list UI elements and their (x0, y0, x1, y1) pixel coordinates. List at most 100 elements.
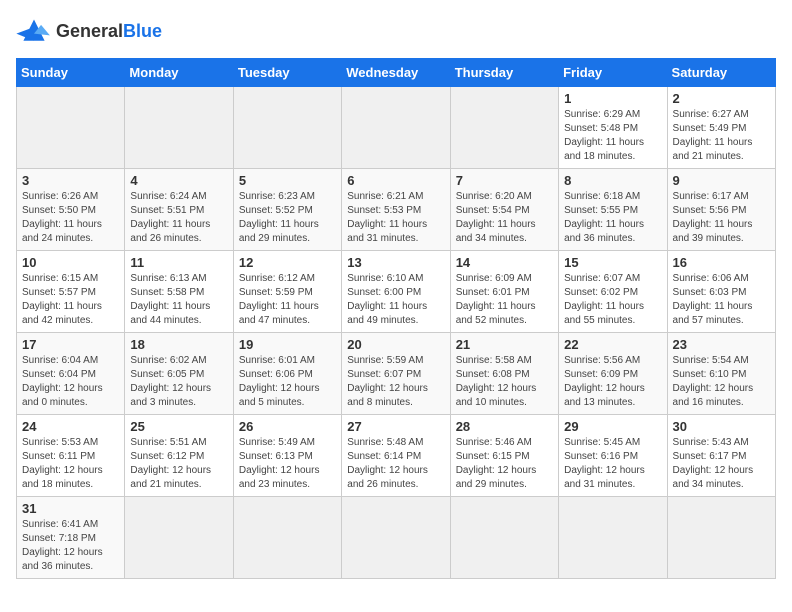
day-header-saturday: Saturday (667, 59, 775, 87)
day-cell: 9Sunrise: 6:17 AM Sunset: 5:56 PM Daylig… (667, 169, 775, 251)
day-cell: 28Sunrise: 5:46 AM Sunset: 6:15 PM Dayli… (450, 415, 558, 497)
day-number: 8 (564, 173, 661, 188)
day-number: 21 (456, 337, 553, 352)
day-info: Sunrise: 6:12 AM Sunset: 5:59 PM Dayligh… (239, 272, 336, 328)
day-number: 19 (239, 337, 336, 352)
day-header-tuesday: Tuesday (233, 59, 341, 87)
day-number: 11 (130, 255, 227, 270)
day-cell: 30Sunrise: 5:43 AM Sunset: 6:17 PM Dayli… (667, 415, 775, 497)
day-number: 6 (347, 173, 444, 188)
day-cell: 21 Sunrise: 5:58 AM Sunset: 6:08 PM Dayli… (450, 333, 558, 415)
day-info: Sunrise: 5:58 AM Sunset: 6:08 PM Dayligh… (456, 354, 553, 410)
logo: GeneralBlue (16, 16, 162, 46)
day-cell (342, 87, 450, 169)
day-cell: 6 Sunrise: 6:21 AM Sunset: 5:53 PM Daylig… (342, 169, 450, 251)
day-cell (17, 87, 125, 169)
day-info: Sunrise: 5:54 AM Sunset: 6:10 PM Dayligh… (673, 354, 770, 410)
day-number: 12 (239, 255, 336, 270)
day-cell: 3Sunrise: 6:26 AM Sunset: 5:50 PM Daylig… (17, 169, 125, 251)
day-number: 1 (564, 91, 661, 106)
day-cell: 11 Sunrise: 6:13 AM Sunset: 5:58 PM Dayli… (125, 251, 233, 333)
day-info: Sunrise: 6:09 AM Sunset: 6:01 PM Dayligh… (456, 272, 553, 328)
logo-icon (16, 16, 52, 46)
day-info: Sunrise: 6:06 AM Sunset: 6:03 PM Dayligh… (673, 272, 770, 328)
day-cell: 27 Sunrise: 5:48 AM Sunset: 6:14 PM Dayli… (342, 415, 450, 497)
day-cell: 19 Sunrise: 6:01 AM Sunset: 6:06 PM Dayli… (233, 333, 341, 415)
day-cell (450, 497, 558, 579)
day-cell: 17 Sunrise: 6:04 AM Sunset: 6:04 PM Dayli… (17, 333, 125, 415)
day-cell: 24 Sunrise: 5:53 AM Sunset: 6:11 PM Dayli… (17, 415, 125, 497)
day-number: 16 (673, 255, 770, 270)
day-cell (233, 87, 341, 169)
week-row-6: 31Sunrise: 6:41 AM Sunset: 7:18 PM Dayli… (17, 497, 776, 579)
day-info: Sunrise: 6:23 AM Sunset: 5:52 PM Dayligh… (239, 190, 336, 246)
day-info: Sunrise: 6:13 AM Sunset: 5:58 PM Dayligh… (130, 272, 227, 328)
day-cell: 31Sunrise: 6:41 AM Sunset: 7:18 PM Dayli… (17, 497, 125, 579)
day-number: 25 (130, 419, 227, 434)
calendar-table: SundayMondayTuesdayWednesdayThursdayFrid… (16, 58, 776, 579)
day-number: 18 (130, 337, 227, 352)
day-number: 26 (239, 419, 336, 434)
day-info: Sunrise: 6:29 AM Sunset: 5:48 PM Dayligh… (564, 108, 661, 164)
day-cell: 8 Sunrise: 6:18 AM Sunset: 5:55 PM Daylig… (559, 169, 667, 251)
calendar-body: 1 Sunrise: 6:29 AM Sunset: 5:48 PM Daylig… (17, 87, 776, 579)
day-cell: 12 Sunrise: 6:12 AM Sunset: 5:59 PM Dayli… (233, 251, 341, 333)
week-row-4: 17 Sunrise: 6:04 AM Sunset: 6:04 PM Dayli… (17, 333, 776, 415)
day-cell (450, 87, 558, 169)
day-cell (125, 497, 233, 579)
day-info: Sunrise: 6:20 AM Sunset: 5:54 PM Dayligh… (456, 190, 553, 246)
day-cell: 25 Sunrise: 5:51 AM Sunset: 6:12 PM Dayli… (125, 415, 233, 497)
day-number: 4 (130, 173, 227, 188)
day-info: Sunrise: 6:41 AM Sunset: 7:18 PM Dayligh… (22, 518, 119, 574)
day-info: Sunrise: 6:07 AM Sunset: 6:02 PM Dayligh… (564, 272, 661, 328)
day-info: Sunrise: 6:24 AM Sunset: 5:51 PM Dayligh… (130, 190, 227, 246)
day-info: Sunrise: 6:15 AM Sunset: 5:57 PM Dayligh… (22, 272, 119, 328)
day-number: 23 (673, 337, 770, 352)
day-cell: 26Sunrise: 5:49 AM Sunset: 6:13 PM Dayli… (233, 415, 341, 497)
day-cell: 1 Sunrise: 6:29 AM Sunset: 5:48 PM Daylig… (559, 87, 667, 169)
day-number: 24 (22, 419, 119, 434)
day-number: 22 (564, 337, 661, 352)
day-number: 2 (673, 91, 770, 106)
header: GeneralBlue (16, 16, 776, 46)
day-cell: 4 Sunrise: 6:24 AM Sunset: 5:51 PM Daylig… (125, 169, 233, 251)
day-number: 5 (239, 173, 336, 188)
day-info: Sunrise: 5:51 AM Sunset: 6:12 PM Dayligh… (130, 436, 227, 492)
day-info: Sunrise: 5:56 AM Sunset: 6:09 PM Dayligh… (564, 354, 661, 410)
day-header-thursday: Thursday (450, 59, 558, 87)
day-info: Sunrise: 5:46 AM Sunset: 6:15 PM Dayligh… (456, 436, 553, 492)
day-cell: 29Sunrise: 5:45 AM Sunset: 6:16 PM Dayli… (559, 415, 667, 497)
day-cell: 7 Sunrise: 6:20 AM Sunset: 5:54 PM Daylig… (450, 169, 558, 251)
day-info: Sunrise: 5:48 AM Sunset: 6:14 PM Dayligh… (347, 436, 444, 492)
week-row-2: 3Sunrise: 6:26 AM Sunset: 5:50 PM Daylig… (17, 169, 776, 251)
day-cell: 13Sunrise: 6:10 AM Sunset: 6:00 PM Dayli… (342, 251, 450, 333)
day-info: Sunrise: 6:21 AM Sunset: 5:53 PM Dayligh… (347, 190, 444, 246)
logo-text: GeneralBlue (56, 21, 162, 42)
day-info: Sunrise: 5:43 AM Sunset: 6:17 PM Dayligh… (673, 436, 770, 492)
day-number: 7 (456, 173, 553, 188)
day-number: 10 (22, 255, 119, 270)
day-cell: 10 Sunrise: 6:15 AM Sunset: 5:57 PM Dayli… (17, 251, 125, 333)
day-info: Sunrise: 6:04 AM Sunset: 6:04 PM Dayligh… (22, 354, 119, 410)
day-info: Sunrise: 5:53 AM Sunset: 6:11 PM Dayligh… (22, 436, 119, 492)
day-info: Sunrise: 6:18 AM Sunset: 5:55 PM Dayligh… (564, 190, 661, 246)
day-number: 17 (22, 337, 119, 352)
day-info: Sunrise: 6:01 AM Sunset: 6:06 PM Dayligh… (239, 354, 336, 410)
header-row: SundayMondayTuesdayWednesdayThursdayFrid… (17, 59, 776, 87)
day-info: Sunrise: 6:17 AM Sunset: 5:56 PM Dayligh… (673, 190, 770, 246)
day-info: Sunrise: 6:02 AM Sunset: 6:05 PM Dayligh… (130, 354, 227, 410)
day-number: 20 (347, 337, 444, 352)
day-cell: 23 Sunrise: 5:54 AM Sunset: 6:10 PM Dayli… (667, 333, 775, 415)
week-row-1: 1 Sunrise: 6:29 AM Sunset: 5:48 PM Daylig… (17, 87, 776, 169)
day-cell: 16 Sunrise: 6:06 AM Sunset: 6:03 PM Dayli… (667, 251, 775, 333)
day-cell (667, 497, 775, 579)
day-number: 14 (456, 255, 553, 270)
day-info: Sunrise: 6:10 AM Sunset: 6:00 PM Dayligh… (347, 272, 444, 328)
calendar-header: SundayMondayTuesdayWednesdayThursdayFrid… (17, 59, 776, 87)
day-info: Sunrise: 5:45 AM Sunset: 6:16 PM Dayligh… (564, 436, 661, 492)
day-cell: 15Sunrise: 6:07 AM Sunset: 6:02 PM Dayli… (559, 251, 667, 333)
day-number: 27 (347, 419, 444, 434)
day-number: 3 (22, 173, 119, 188)
day-cell: 5 Sunrise: 6:23 AM Sunset: 5:52 PM Daylig… (233, 169, 341, 251)
day-cell (342, 497, 450, 579)
